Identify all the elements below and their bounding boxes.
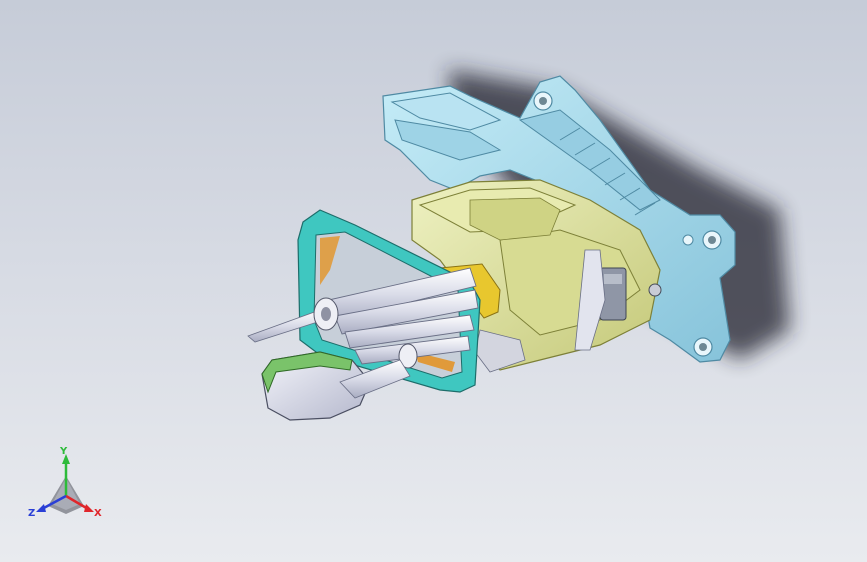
reference-triad: Y X Z	[28, 446, 102, 519]
x-axis-arrow	[84, 504, 94, 512]
y-axis-label: Y	[59, 446, 68, 457]
z-axis-label: Z	[28, 508, 35, 519]
cad-assembly-model[interactable]	[0, 0, 867, 562]
z-axis-arrow	[36, 504, 46, 512]
x-axis-label: X	[94, 508, 102, 519]
graphics-viewport[interactable]: Y X Z	[0, 0, 867, 562]
